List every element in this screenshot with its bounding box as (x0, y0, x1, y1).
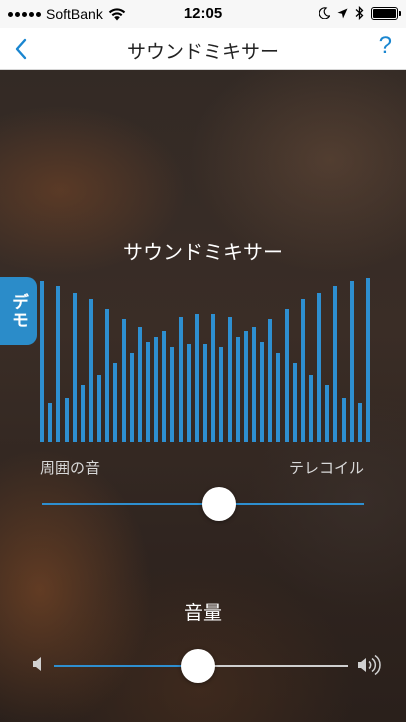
mixer-bar (366, 278, 370, 442)
bluetooth-icon (355, 6, 364, 20)
mixer-bar (154, 337, 159, 442)
mixer-bar (56, 286, 61, 442)
volume-title: 音量 (183, 602, 222, 624)
volume-slider-thumb[interactable] (181, 649, 216, 683)
demo-tab[interactable]: デモ (0, 277, 37, 345)
page-title: サウンドミキサー (126, 41, 279, 63)
mixer-bar (235, 337, 240, 442)
status-bar: SoftBank 12:05 (0, 0, 406, 28)
volume-slider-fill[interactable] (54, 665, 199, 667)
mixer-title: サウンドミキサー (123, 240, 283, 264)
mixer-bar (292, 363, 297, 442)
telecoil-label: テレコイル (288, 459, 364, 477)
mixer-bar (341, 397, 346, 442)
mixer-bar (211, 314, 216, 442)
mixer-bar (260, 342, 265, 442)
mixer-bar (317, 292, 322, 442)
mixer-bar (186, 343, 191, 442)
mixer-bar (333, 286, 338, 442)
speaker-high-icon (358, 654, 381, 676)
mixer-bar (227, 317, 232, 442)
demo-tab-label: デモ (8, 293, 28, 329)
speaker-low-icon (33, 657, 41, 671)
mixer-bar (72, 292, 77, 442)
mixer-bar (268, 319, 273, 442)
battery-icon (371, 6, 401, 20)
mixer-bar (146, 342, 150, 442)
ambient-sound-label: 周囲の音 (40, 459, 101, 477)
mixer-bar (97, 374, 102, 442)
mixer-bar (48, 402, 53, 442)
mixer-bar (325, 384, 330, 442)
mixer-bar (276, 353, 281, 442)
mixer-bar (284, 309, 289, 442)
mixer-bar (178, 317, 183, 442)
mixer-bar (137, 327, 142, 442)
mixer-bar (170, 346, 175, 442)
mixer-bar (129, 353, 134, 442)
mixer-bar (219, 346, 224, 442)
location-icon (337, 8, 348, 18)
help-button[interactable]: ? (379, 32, 392, 60)
mixer-slider-thumb[interactable] (202, 487, 237, 521)
mixer-bar (105, 309, 110, 442)
mixer-bar (194, 314, 199, 442)
moon-icon (319, 7, 330, 19)
status-right (319, 6, 401, 20)
mixer-bar (300, 299, 305, 442)
mixer-bar (203, 343, 207, 442)
mixer-bar (80, 384, 85, 442)
mixer-bar (121, 319, 126, 442)
volume-slider-track[interactable] (198, 665, 348, 667)
mixer-bar (88, 299, 93, 442)
mixer-bar (349, 281, 354, 442)
navigation-bar: サウンドミキサー ? (0, 28, 406, 70)
mixer-bar (243, 330, 248, 442)
mixer-bar (357, 402, 362, 442)
mixer-bar (40, 281, 44, 442)
mixer-bar (162, 330, 167, 442)
mixer-bar (64, 397, 69, 442)
mixer-bar (308, 374, 313, 442)
mixer-bar (113, 363, 118, 442)
mixer-bar (251, 327, 256, 442)
mixer-level-bars (40, 270, 370, 442)
